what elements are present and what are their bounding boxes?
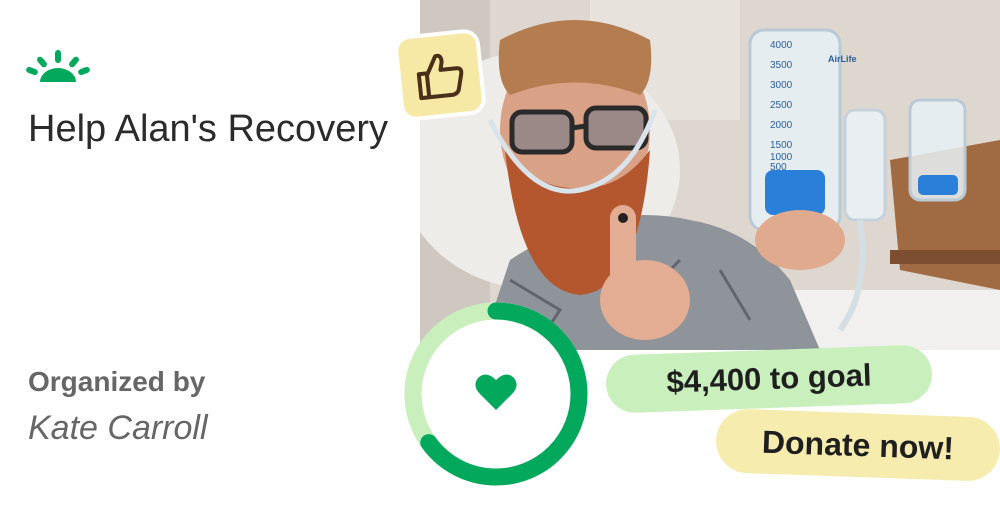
info-panel: Help Alan's Recovery Organized by Kate C… bbox=[0, 0, 420, 525]
sun-rays-logo-icon bbox=[26, 50, 90, 82]
spirometer-scale-label: 500 bbox=[770, 162, 787, 173]
thumbs-up-icon bbox=[416, 53, 464, 101]
spirometer-brand: AirLife bbox=[828, 54, 857, 64]
organizer-label: Organized by bbox=[28, 366, 206, 397]
donation-progress-ring bbox=[404, 302, 588, 486]
fundraiser-title: Help Alan's Recovery bbox=[28, 108, 388, 150]
donate-now-button[interactable]: Donate now! bbox=[714, 408, 1000, 482]
spirometer-scale-label: 1500 bbox=[770, 140, 793, 151]
thumbs-up-badge bbox=[392, 27, 488, 123]
spirometer-scale-label: 2500 bbox=[770, 100, 793, 111]
spirometer-scale-label: 4000 bbox=[770, 40, 793, 51]
goal-remaining-badge: $4,400 to goal bbox=[605, 344, 933, 414]
spirometer-scale-label: 2000 bbox=[770, 120, 793, 131]
spirometer-scale-label: 3000 bbox=[770, 80, 793, 91]
spirometer-scale-label: 3500 bbox=[770, 60, 793, 71]
organizer-name: Kate Carroll bbox=[28, 409, 208, 447]
